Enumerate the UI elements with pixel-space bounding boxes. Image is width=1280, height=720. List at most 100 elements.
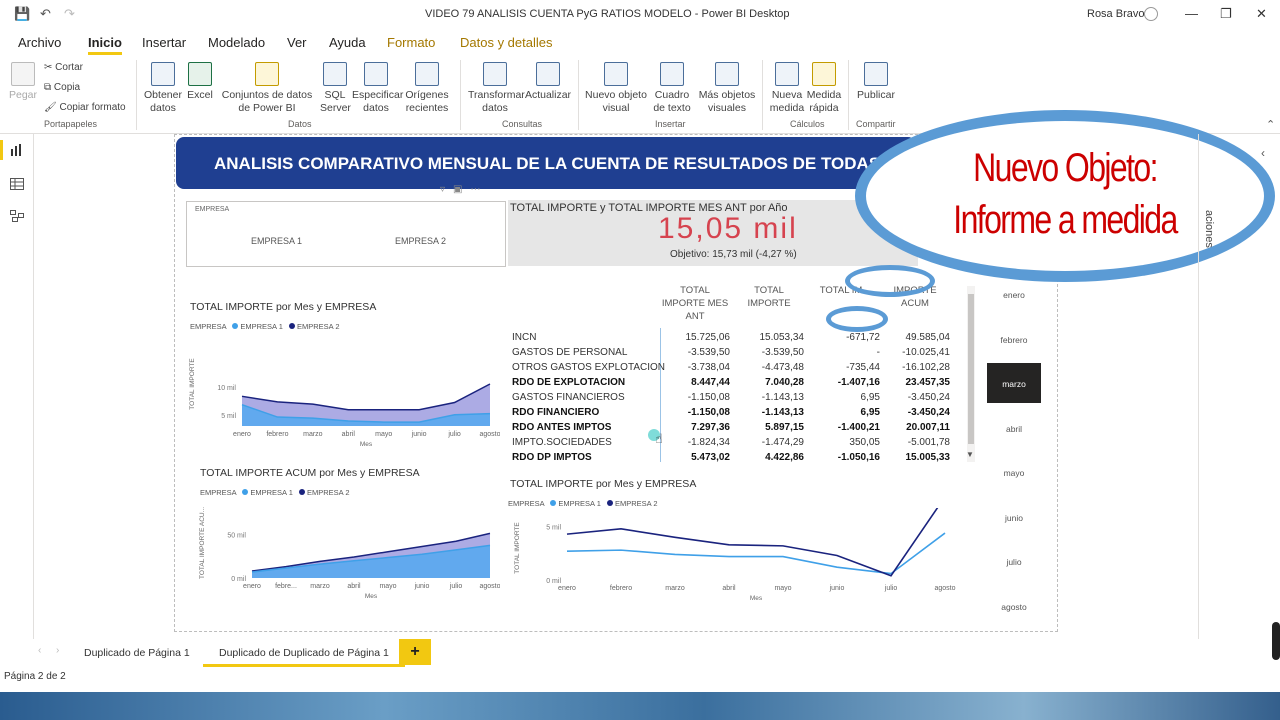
undo-icon[interactable]: ↶ — [40, 6, 51, 22]
matrix-row[interactable]: RDO DE EXPLOTACION 8.447,44 7.040,28 -1.407… — [512, 377, 952, 392]
format-painter-button[interactable]: 🖌 Copiar formato — [44, 102, 126, 113]
kpi-card[interactable]: TOTAL IMPORTE y TOTAL IMPORTE MES ANT po… — [508, 200, 918, 266]
group-consultas: Consultas — [502, 119, 543, 129]
menu-ayuda[interactable]: Ayuda — [329, 35, 366, 50]
more-options-icon[interactable]: ⋯ — [470, 184, 488, 195]
x-axis-label: Mes — [750, 595, 763, 602]
textbox-button[interactable]: Cuadro de texto — [648, 62, 696, 115]
matrix-row-label: GASTOS FINANCIEROS — [512, 392, 625, 403]
tab-page-1[interactable]: Duplicado de Página 1 — [84, 639, 190, 667]
scroll-down-icon[interactable]: ▼ — [966, 450, 974, 459]
model-view-icon[interactable] — [10, 210, 24, 222]
excel-button[interactable]: Excel — [186, 62, 214, 102]
matrix-header[interactable]: TOTAL IMPORTE — [734, 284, 804, 310]
month-option-abril[interactable]: abril — [987, 424, 1041, 434]
menu-archivo[interactable]: Archivo — [18, 35, 61, 50]
scissors-icon: ✂ — [44, 62, 56, 73]
clipboard-icon — [11, 62, 35, 86]
month-option-agosto[interactable]: agosto — [987, 602, 1041, 612]
panel-label[interactable]: aciones — [1203, 210, 1215, 248]
matrix-row[interactable]: OTROS GASTOS EXPLOTACION -3.738,04 -4.473,… — [512, 362, 952, 377]
quick-measure-button[interactable]: Medida rápida — [806, 62, 842, 115]
month-option-marzo[interactable]: marzo — [987, 363, 1041, 403]
matrix-row-label: INCN — [512, 332, 537, 343]
refresh-button[interactable]: Actualizar — [524, 62, 572, 102]
annotation-line-2: Informe a medida — [953, 198, 1178, 242]
ribbon-separator — [762, 60, 763, 130]
menu-insertar[interactable]: Insertar — [142, 35, 186, 50]
new-measure-button[interactable]: Nueva medida — [768, 62, 806, 115]
matrix-scrollbar[interactable] — [967, 286, 975, 462]
paste-button[interactable]: Pegar — [8, 62, 38, 102]
month-option-enero[interactable]: enero — [987, 290, 1041, 300]
new-measure-label: Nueva medida — [769, 89, 805, 114]
month-option-julio[interactable]: julio — [987, 557, 1041, 567]
matrix-cell: 6,95 — [860, 392, 880, 403]
avatar[interactable] — [1144, 7, 1158, 21]
cut-button[interactable]: ✂ Cortar — [44, 62, 83, 73]
matrix-cell: 8.447,44 — [691, 377, 730, 388]
annotation-line-1: Nuevo Objeto: — [973, 146, 1158, 190]
redo-icon[interactable]: ↷ — [64, 6, 75, 22]
minimize-icon[interactable]: — — [1185, 6, 1198, 21]
matrix-cell: -3.450,24 — [907, 407, 950, 418]
collapse-chevron-icon[interactable]: ‹ — [1261, 146, 1265, 160]
next-page-icon[interactable]: › — [56, 645, 59, 656]
matrix-row[interactable]: RDO ANTES IMPTOS 7.297,36 5.897,15 -1.400,2… — [512, 422, 952, 437]
matrix-row[interactable]: IMPTO.SOCIEDADES -1.824,34 -1.474,29 350,05… — [512, 437, 952, 452]
month-option-mayo[interactable]: mayo — [987, 468, 1041, 478]
recent-sources-button[interactable]: Orígenes recientes — [402, 62, 452, 115]
filter-icon[interactable]: ▿ — [440, 184, 453, 195]
copy-button[interactable]: ⧉ Copia — [44, 82, 80, 93]
slicer-option-empresa-1[interactable]: EMPRESA 1 — [251, 236, 302, 246]
month-slicer[interactable]: enero febrero marzo abril mayo junio julio agos… — [985, 270, 1045, 620]
slicer-header: EMPRESA — [195, 206, 230, 213]
empresa-slicer[interactable]: EMPRESA EMPRESA 1 EMPRESA 2 — [186, 201, 506, 267]
chart-3-line[interactable]: TOTAL IMPORTE 0 mil 5 mil enero febrero marzo… — [505, 508, 965, 608]
matrix-header[interactable]: TOTAL IMPORTE MES ANT — [660, 284, 730, 323]
maximize-icon[interactable]: ❐ — [1220, 6, 1232, 22]
menu-inicio[interactable]: Inicio — [88, 35, 122, 55]
close-icon[interactable]: ✕ — [1256, 6, 1267, 22]
pyg-matrix[interactable]: TOTAL IMPORTE MES ANT TOTAL IMPORTE TOTA… — [510, 282, 975, 464]
pbi-datasets-button[interactable]: Conjuntos de datos de Power BI — [216, 62, 318, 115]
get-data-button[interactable]: Obtener datos — [142, 62, 184, 115]
new-visual-button[interactable]: Nuevo objeto visual — [584, 62, 648, 115]
save-icon[interactable]: 💾 — [14, 6, 30, 22]
matrix-row[interactable]: GASTOS FINANCIEROS -1.150,08 -1.143,13 6,95… — [512, 392, 952, 407]
menu-datos-detalles[interactable]: Datos y detalles — [460, 35, 553, 50]
more-visuals-button[interactable]: Más objetos visuales — [698, 62, 756, 115]
matrix-row[interactable]: RDO FINANCIERO -1.150,08 -1.143,13 6,95 -3.4… — [512, 407, 952, 422]
annotation-small-ellipse — [845, 265, 935, 297]
matrix-row[interactable]: RDO DP IMPTOS 5.473,02 4.422,86 -1.050,16 15… — [512, 452, 952, 467]
matrix-row[interactable]: GASTOS DE PERSONAL -3.539,50 -3.539,50 - -10… — [512, 347, 952, 362]
scroll-thumb[interactable] — [968, 294, 974, 444]
ribbon-collapse-icon[interactable]: ⌃ — [1266, 118, 1275, 131]
enter-data-button[interactable]: Especificar datos — [352, 62, 403, 115]
menu-formato[interactable]: Formato — [387, 35, 435, 50]
tab-page-2[interactable]: Duplicado de Duplicado de Página 1 — [203, 639, 405, 667]
sql-server-button[interactable]: SQL Server — [320, 62, 351, 115]
user-name[interactable]: Rosa Bravo — [1087, 8, 1144, 20]
publish-button[interactable]: Publicar — [856, 62, 896, 102]
series-line-2[interactable] — [566, 508, 945, 577]
transform-data-button[interactable]: Transformar datos — [468, 62, 525, 115]
focus-mode-icon[interactable]: ▣ — [453, 184, 470, 195]
slicer-option-empresa-2[interactable]: EMPRESA 2 — [395, 236, 446, 246]
report-view-icon[interactable] — [10, 144, 24, 156]
matrix-cell: 7.040,28 — [765, 377, 804, 388]
page-scroll-handle[interactable] — [1272, 622, 1280, 660]
clock-icon — [415, 62, 439, 86]
series-line-1[interactable] — [566, 532, 946, 575]
chart-1-area[interactable]: TOTAL IMPORTE 5 mil 10 mil enero febrero marz… — [180, 330, 500, 455]
prev-page-icon[interactable]: ‹ — [38, 645, 41, 656]
add-page-button[interactable]: + — [399, 639, 431, 665]
menu-ver[interactable]: Ver — [287, 35, 307, 50]
month-option-junio[interactable]: junio — [987, 513, 1041, 523]
matrix-row[interactable]: INCN 15.725,06 15.053,34 -671,72 49.585,04 — [512, 332, 952, 347]
matrix-cell: -1.143,13 — [761, 392, 804, 403]
data-view-icon[interactable] — [10, 178, 24, 190]
menu-modelado[interactable]: Modelado — [208, 35, 265, 50]
month-option-febrero[interactable]: febrero — [987, 335, 1041, 345]
chart-2-area[interactable]: TOTAL IMPORTE ACU... 0 mil 50 mil enero febr… — [190, 496, 500, 611]
